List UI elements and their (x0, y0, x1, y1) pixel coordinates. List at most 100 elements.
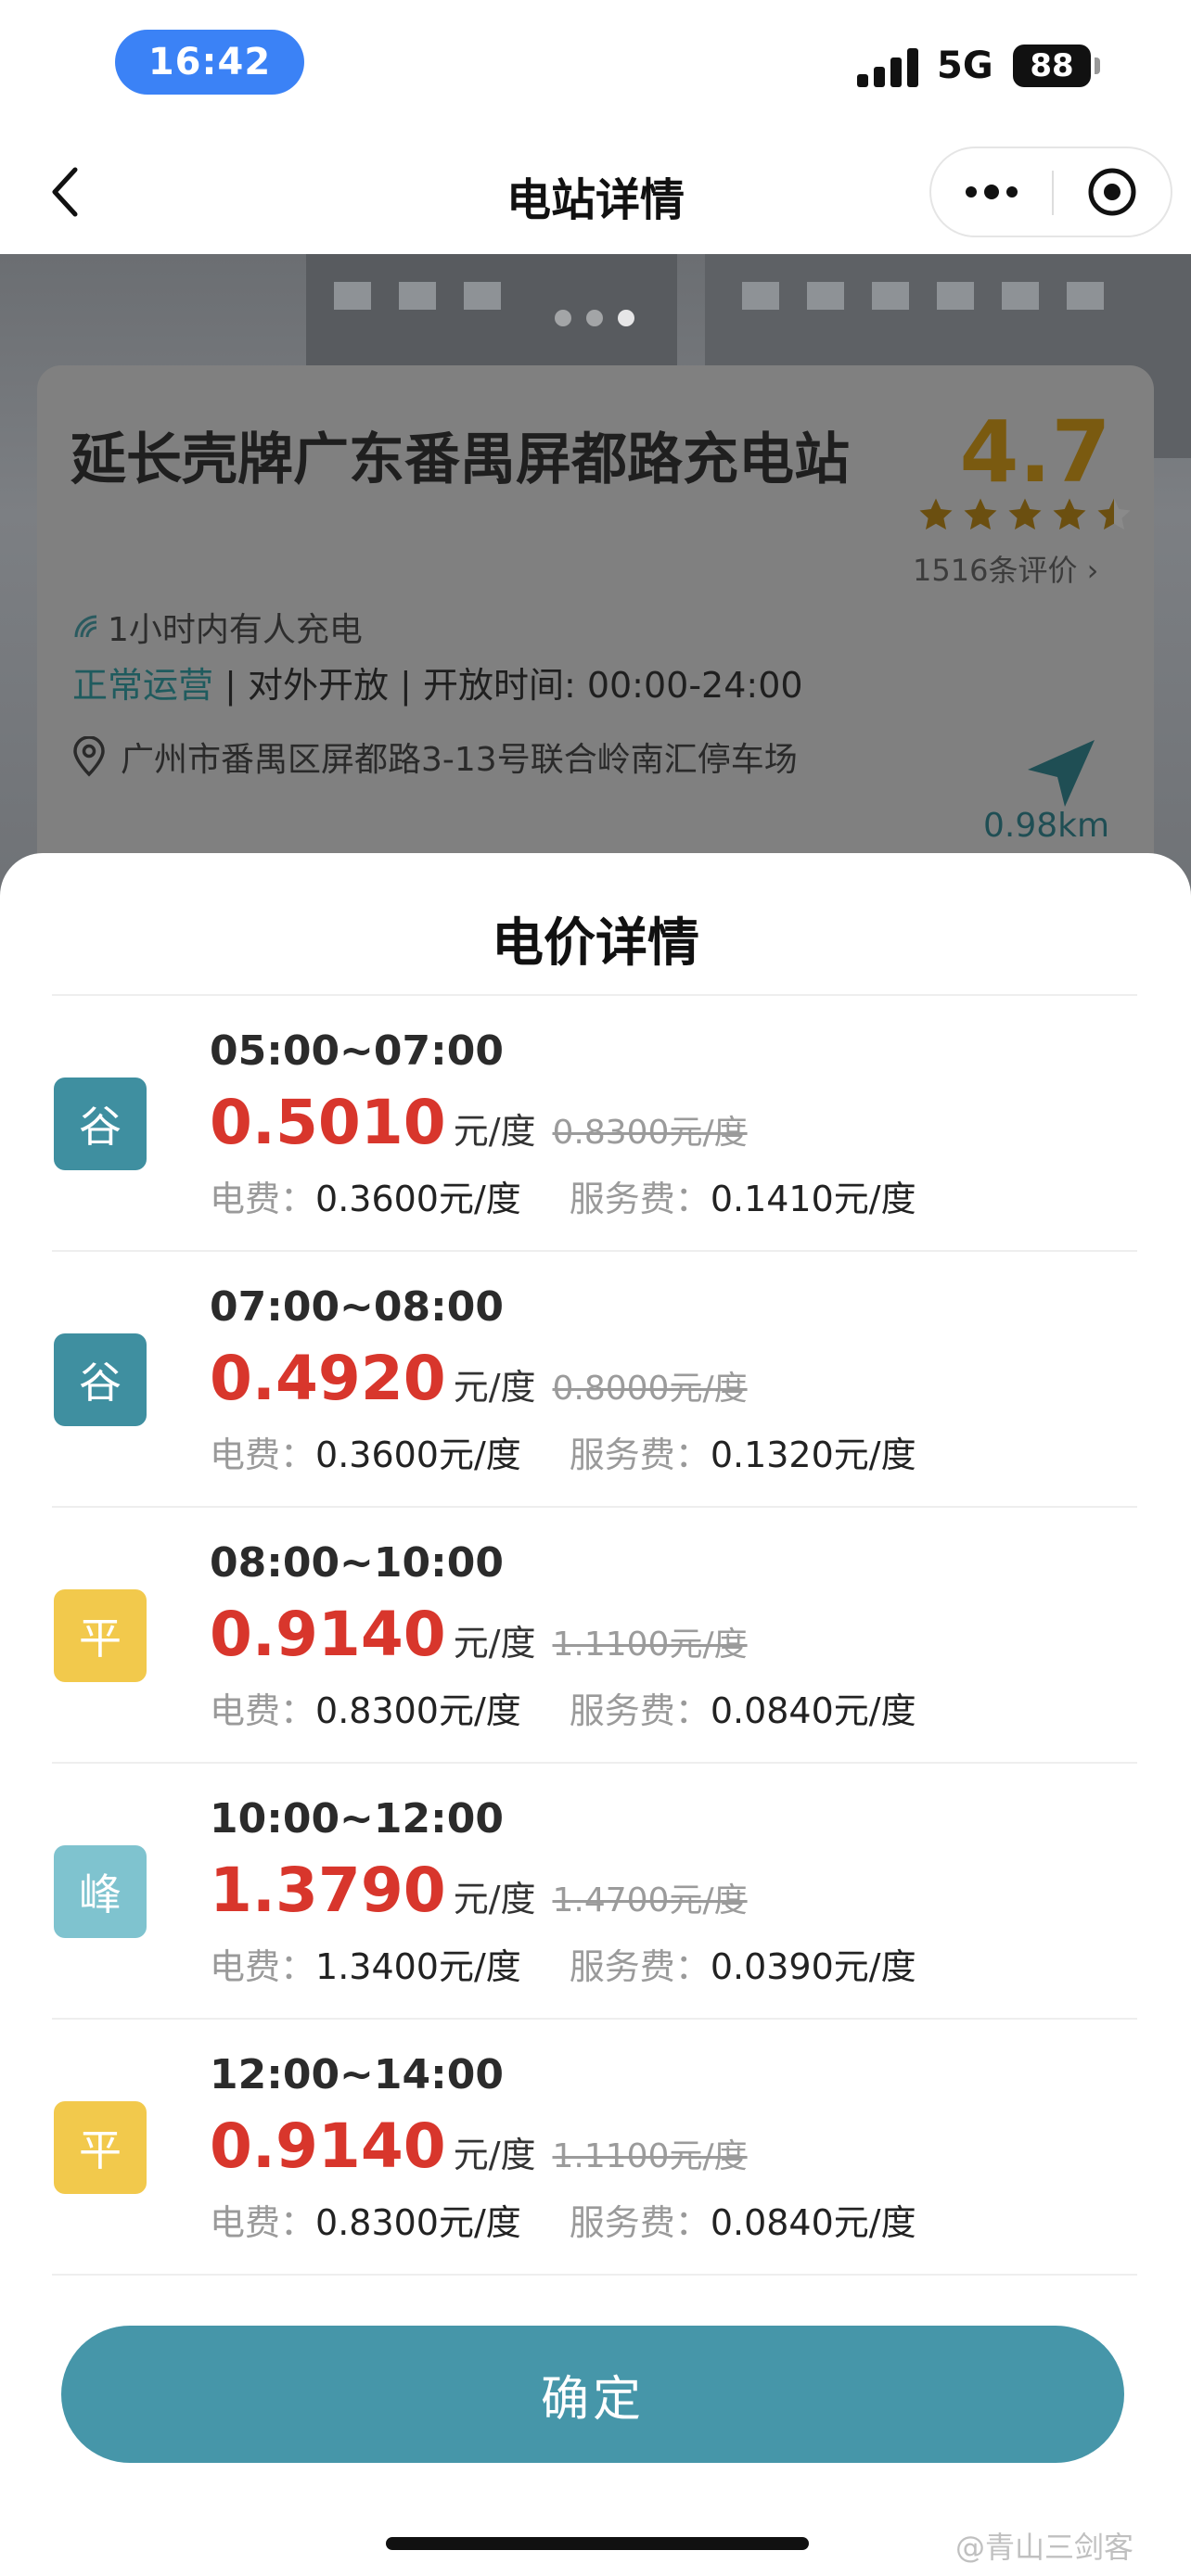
tier-original-price: 0.8000元/度 (552, 1370, 748, 1408)
watermark: @青山三剑客 (955, 2530, 1134, 2565)
tier-badge-peak: 峰 (54, 1845, 147, 1938)
service-fee-label: 服务费： (569, 1179, 711, 1219)
tier-fee-breakdown: 电费：0.8300元/度 服务费：0.0840元/度 (210, 2194, 916, 2245)
elec-fee: 0.8300元/度 (315, 2202, 521, 2243)
home-indicator (386, 2537, 809, 2550)
elec-fee-label: 电费： (210, 2202, 316, 2243)
tier-original-price: 0.8300元/度 (552, 1114, 748, 1152)
tier-unit: 元/度 (453, 1367, 536, 1408)
signal-icon (857, 46, 918, 87)
more-button[interactable] (931, 148, 1052, 236)
tier-time: 07:00~08:00 (210, 1283, 504, 1331)
status-running: 正常运营 (72, 665, 214, 706)
address-text: 广州市番禺区屏都路3-13号联合岭南汇停车场 (121, 741, 798, 779)
tier-price: 0.4920 (210, 1343, 446, 1414)
tier-time: 05:00~07:00 (210, 1027, 504, 1075)
star-icon (964, 498, 997, 530)
service-fee-label: 服务费： (569, 1946, 711, 1987)
address[interactable]: 广州市番禺区屏都路3-13号联合岭南汇停车场 (70, 733, 798, 781)
carousel-dots (555, 310, 634, 326)
tier-time: 10:00~12:00 (210, 1795, 504, 1843)
service-fee-label: 服务费： (569, 1690, 711, 1731)
service-fee: 0.0840元/度 (710, 1690, 916, 1731)
status-time: 16:42 (115, 30, 304, 95)
navigation-arrow-icon[interactable] (1018, 733, 1102, 816)
elec-fee-label: 电费： (210, 1946, 316, 1987)
divider (52, 2274, 1137, 2276)
location-pin-icon (73, 736, 105, 777)
operating-status: 正常运营 | 对外开放 | 开放时间: 00:00-24:00 (72, 657, 803, 708)
service-fee: 0.1320元/度 (710, 1435, 916, 1475)
elec-fee: 0.3600元/度 (315, 1179, 521, 1219)
tier-unit: 元/度 (453, 1623, 536, 1664)
tier-original-price: 1.4700元/度 (552, 1881, 748, 1919)
elec-fee: 0.3600元/度 (315, 1435, 521, 1475)
sheet-title: 电价详情 (492, 913, 699, 974)
service-fee: 0.0840元/度 (710, 2202, 916, 2243)
tier-fee-breakdown: 电费：1.3400元/度 服务费：0.0390元/度 (210, 1938, 916, 1989)
station-info-card: 延长壳牌广东番禺屏都路充电站 4.7 1516条评价 › 1小时内有人充电 正常… (37, 365, 1154, 885)
tier-price: 1.3790 (210, 1855, 446, 1926)
nav-bar: 电站详情 (0, 130, 1191, 254)
confirm-button[interactable]: 确定 (61, 2326, 1124, 2463)
tier-price: 0.9140 (210, 1599, 446, 1670)
tier-time: 12:00~14:00 (210, 2051, 504, 2098)
close-mini-program-button[interactable] (1054, 148, 1171, 236)
tier-fee-breakdown: 电费：0.3600元/度 服务费：0.1410元/度 (210, 1170, 916, 1221)
tier-price-row: 1.3790 元/度 1.4700元/度 (210, 1855, 748, 1926)
elec-fee-label: 电费： (210, 1435, 316, 1475)
tier-original-price: 1.1100元/度 (552, 1626, 748, 1664)
service-fee: 0.0390元/度 (710, 1946, 916, 1987)
status-bar: 16:42 5G 88 (0, 0, 1191, 130)
price-detail-sheet: 电价详情 谷 05:00~07:00 0.5010 元/度 0.8300元/度 … (0, 853, 1191, 2576)
mini-program-capsule (929, 147, 1172, 237)
chevron-right-icon: › (1086, 553, 1099, 588)
tier-fee-breakdown: 电费：0.3600元/度 服务费：0.1320元/度 (210, 1426, 916, 1477)
elec-fee: 0.8300元/度 (315, 1690, 521, 1731)
carousel-dot (586, 310, 603, 326)
station-name: 延长壳牌广东番禺屏都路充电站 (70, 427, 850, 492)
more-dot-icon (966, 186, 977, 198)
tier-price-row: 0.4920 元/度 0.8000元/度 (210, 1343, 748, 1414)
tier-fee-breakdown: 电费：0.8300元/度 服务费：0.0840元/度 (210, 1682, 916, 1733)
reviews-count: 1516条评价 (913, 553, 1078, 588)
price-tier: 谷 07:00~08:00 0.4920 元/度 0.8000元/度 电费：0.… (52, 1252, 1137, 1508)
more-dot-icon (984, 185, 999, 199)
elec-fee-label: 电费： (210, 1690, 316, 1731)
service-fee: 0.1410元/度 (710, 1179, 916, 1219)
recent-activity-text: 1小时内有人充电 (108, 611, 363, 649)
reviews-link[interactable]: 1516条评价 › (913, 547, 1154, 590)
price-tier: 峰 10:00~12:00 1.3790 元/度 1.4700元/度 电费：1.… (52, 1764, 1137, 2020)
wifi-signal-icon (74, 615, 97, 638)
network-type: 5G (937, 45, 993, 87)
tier-badge-flat: 平 (54, 2101, 147, 2194)
battery-icon: 88 (1013, 45, 1091, 87)
tier-price: 0.9140 (210, 2111, 446, 2182)
tier-time: 08:00~10:00 (210, 1539, 504, 1587)
half-star-icon (1097, 498, 1131, 530)
price-tier: 谷 05:00~07:00 0.5010 元/度 0.8300元/度 电费：0.… (52, 996, 1137, 1252)
tier-badge-valley: 谷 (54, 1333, 147, 1426)
elec-fee: 1.3400元/度 (315, 1946, 521, 1987)
target-icon (1088, 168, 1136, 216)
service-fee-label: 服务费： (569, 1435, 711, 1475)
star-icon (1053, 498, 1086, 530)
tier-unit: 元/度 (453, 1879, 536, 1919)
battery-cap (1095, 57, 1100, 74)
tier-price-row: 0.9140 元/度 1.1100元/度 (210, 1599, 748, 1670)
elec-fee-label: 电费： (210, 1179, 316, 1219)
price-tier: 平 08:00~10:00 0.9140 元/度 1.1100元/度 电费：0.… (52, 1508, 1137, 1764)
tier-price-row: 0.9140 元/度 1.1100元/度 (210, 2111, 748, 2182)
service-fee-label: 服务费： (569, 2202, 711, 2243)
status-open-hours: | 对外开放 | 开放时间: 00:00-24:00 (213, 665, 803, 706)
recent-activity: 1小时内有人充电 (72, 603, 363, 651)
carousel-dot (618, 310, 634, 326)
distance: 0.98km (983, 807, 1110, 845)
star-icon (919, 498, 953, 530)
more-dot-icon (1006, 186, 1018, 198)
tier-original-price: 1.1100元/度 (552, 2137, 748, 2175)
rating-stars (916, 495, 1139, 536)
rating-score: 4.7 (959, 402, 1111, 502)
tier-badge-flat: 平 (54, 1589, 147, 1682)
tier-price-row: 0.5010 元/度 0.8300元/度 (210, 1087, 748, 1158)
